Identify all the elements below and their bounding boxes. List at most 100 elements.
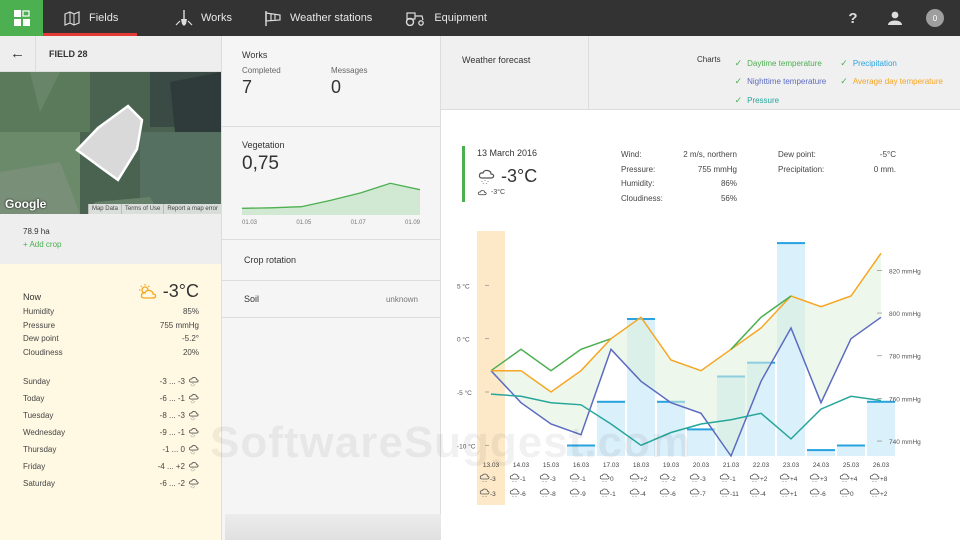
forecast-day-row[interactable]: Friday -4 ... +2	[23, 458, 199, 475]
google-logo: Google	[5, 197, 47, 211]
back-arrow-icon[interactable]: ←	[0, 35, 36, 72]
forecast-chart[interactable]: 5 °C 0 °C -5 °C -10 °C 820 mmHg 800 mmHg 780 m…	[441, 36, 960, 506]
x-tick-label: 23.03	[783, 462, 800, 469]
snow-cloud-icon	[599, 488, 610, 497]
snow-cloud-icon	[189, 479, 199, 489]
completed-stat: Completed 7	[242, 66, 331, 98]
snow-cloud-icon	[509, 488, 520, 497]
map-data-link[interactable]: Map Data	[87, 204, 121, 214]
nav-fields[interactable]: Fields	[43, 0, 137, 36]
weather-detail-row: Humidity 85%	[23, 307, 199, 321]
weather-detail-row: Pressure 755 mmHg	[23, 321, 199, 335]
vegetation-card[interactable]: Vegetation 0,75 01.03 01.05 01.07 01.09	[222, 127, 440, 240]
day-temp-label: -6	[670, 491, 676, 498]
soil-row[interactable]: Soil unknown	[222, 281, 440, 318]
app-logo[interactable]	[0, 0, 43, 36]
weather-detail-row: Cloudiness 20%	[23, 348, 199, 362]
forecast-day-row[interactable]: Sunday -3 ... -3	[23, 373, 199, 390]
day-temp-label: -1	[520, 476, 526, 483]
snow-cloud-icon	[749, 488, 760, 497]
shovel-icon	[175, 10, 193, 26]
forecast-day-row[interactable]: Wednesday -9 ... -1	[23, 424, 199, 441]
weather-detail-label: Dew point	[23, 334, 59, 343]
notifications-badge[interactable]: 0	[926, 9, 944, 27]
x-tick-label: 16.03	[573, 462, 590, 469]
help-icon[interactable]: ?	[838, 10, 868, 27]
day-temp-label: +3	[820, 476, 828, 483]
snow-cloud-icon	[869, 488, 880, 497]
forecast-range-text: -4 ... +2	[157, 462, 185, 471]
completed-label: Completed	[242, 66, 281, 75]
forecast-range-text: -6 ... -2	[159, 479, 185, 488]
weather-detail-label: Cloudiness	[23, 347, 63, 357]
forecast-day-name: Wednesday	[23, 428, 66, 437]
nav-weather-stations[interactable]: Weather stations	[248, 0, 388, 36]
snow-cloud-icon	[659, 473, 670, 482]
day-temp-cell: +3	[809, 473, 828, 483]
snow-cloud-icon	[689, 488, 700, 497]
day-temp-cell: -8	[539, 488, 556, 498]
day-temp-label: -3	[490, 476, 496, 483]
vegetation-axis-tick: 01.09	[404, 220, 420, 226]
add-crop-link[interactable]: + Add crop	[23, 240, 198, 249]
day-temp-cell: +2	[629, 473, 648, 483]
nav-right-tools: ? 0	[838, 0, 960, 36]
snow-cloud-icon	[189, 428, 199, 438]
day-temp-label: +4	[850, 476, 858, 483]
snow-cloud-icon	[629, 473, 640, 482]
day-temp-cell: +8	[869, 473, 888, 483]
week-forecast-list: Sunday -3 ... -3 Today -6 ... -1 Tuesday -8 .…	[23, 373, 199, 492]
summary-column: Works Completed 7 Messages 0 Vegetation …	[221, 36, 441, 540]
field-map[interactable]: Google Map Data Terms of Use Report a ma…	[0, 72, 221, 214]
forecast-day-row[interactable]: Today -6 ... -1	[23, 390, 199, 407]
day-temp-cell: -6	[809, 488, 826, 498]
day-temp-label: -8	[550, 491, 556, 498]
nav-works[interactable]: Works	[159, 0, 248, 36]
precipitation-bar	[657, 400, 685, 456]
y-left-tick-label: 0 °C	[457, 336, 470, 344]
grid-logo-icon	[13, 10, 30, 26]
weather-detail-row: Dew point -5.2°	[23, 334, 199, 348]
snow-cloud-icon	[779, 473, 790, 482]
bottom-strip	[225, 514, 441, 540]
nav-equipment-label: Equipment	[434, 12, 487, 24]
vegetation-axis: 01.03 01.05 01.07 01.09	[242, 220, 420, 226]
day-temp-cell: -6	[509, 488, 526, 498]
works-title: Works	[242, 50, 268, 60]
vegetation-axis-tick: 01.07	[350, 220, 366, 226]
forecast-day-row[interactable]: Thursday -1 ... 0	[23, 441, 199, 458]
y-right-tick-label: 780 mmHg	[889, 354, 921, 361]
day-temp-cell: -1	[599, 488, 616, 498]
now-row: Now -3°C	[23, 281, 199, 302]
x-tick-label: 19.03	[663, 462, 680, 469]
weather-detail-value: 20%	[182, 347, 199, 357]
vegetation-area	[242, 183, 420, 215]
day-temp-cell: +1	[779, 488, 798, 498]
y-right-tick-label: 740 mmHg	[889, 439, 921, 446]
y-left-tick-label: -5 °C	[457, 389, 472, 397]
nav-works-label: Works	[201, 12, 232, 24]
user-icon[interactable]	[880, 11, 910, 25]
day-temp-label: -7	[700, 491, 706, 498]
day-temp-label: -3	[550, 476, 556, 483]
weather-detail-label: Pressure	[23, 320, 56, 330]
terms-link[interactable]: Terms of Use	[120, 204, 163, 214]
day-temp-cell: -3	[689, 473, 706, 483]
nav-equipment[interactable]: Equipment	[388, 0, 503, 36]
snow-cloud-icon	[539, 488, 550, 497]
forecast-day-row[interactable]: Saturday -6 ... -2	[23, 475, 199, 492]
forecast-range-text: -1 ... 0	[162, 445, 185, 454]
snow-cloud-icon	[569, 488, 580, 497]
day-temp-label: 0	[610, 476, 614, 483]
report-error-link[interactable]: Report a map error	[163, 204, 221, 214]
forecast-day-row[interactable]: Tuesday -8 ... -3	[23, 407, 199, 424]
forecast-day-name: Saturday	[23, 479, 56, 488]
crop-rotation-row[interactable]: Crop rotation	[222, 240, 440, 281]
day-temp-cell: +4	[779, 473, 798, 483]
x-tick-label: 20.03	[693, 462, 710, 469]
snow-cloud-icon	[189, 462, 199, 472]
field-panel: ← FIELD 28 Google Map Data Terms of Use …	[0, 35, 221, 540]
y-right-tick-label: 800 mmHg	[889, 311, 921, 318]
works-card[interactable]: Works Completed 7 Messages 0	[222, 36, 440, 127]
forecast-range-text: -9 ... -1	[159, 428, 185, 437]
